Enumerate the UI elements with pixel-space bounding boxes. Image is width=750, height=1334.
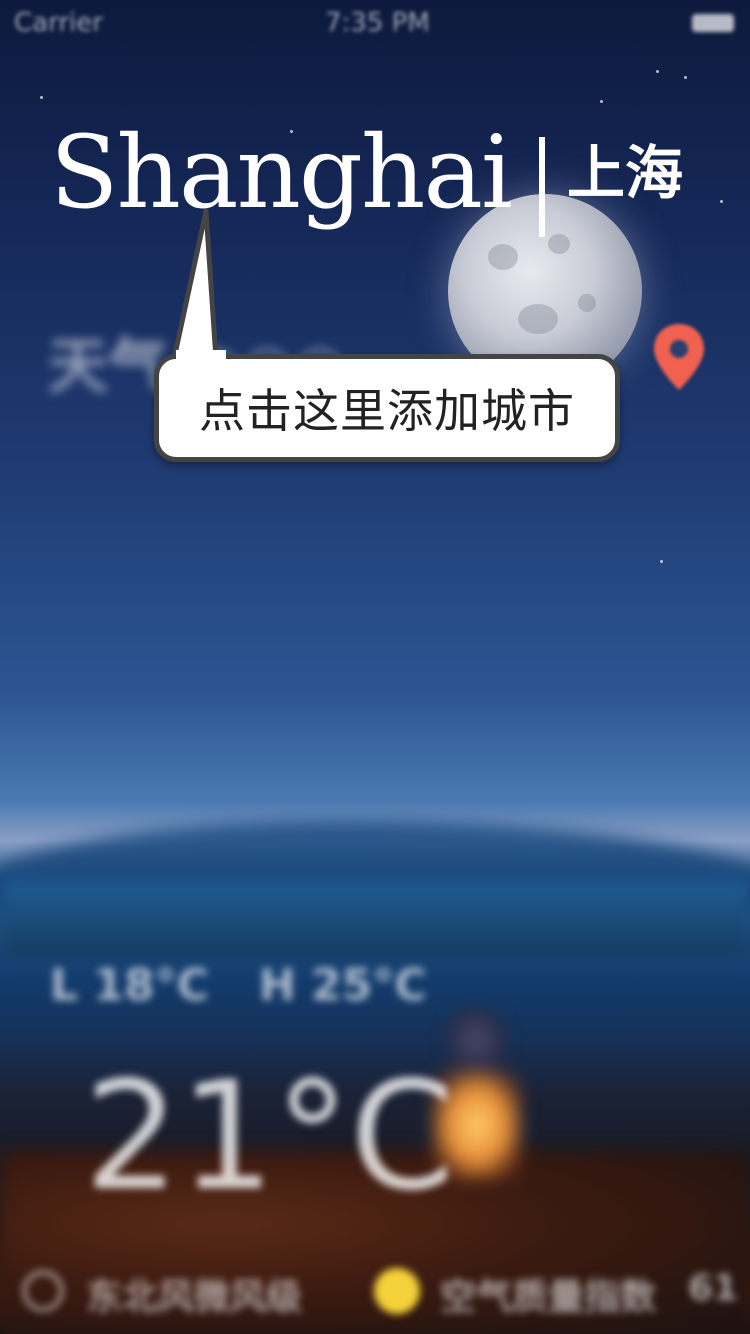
star	[40, 96, 43, 99]
air-quality-icon	[374, 1268, 420, 1314]
city-divider	[538, 137, 545, 237]
status-time: 7:35 PM	[325, 8, 430, 38]
lantern-top	[448, 1010, 504, 1070]
city-name-chinese[interactable]: 上海	[567, 118, 683, 228]
star	[600, 100, 603, 103]
temperature-low: L 18°C	[50, 960, 209, 1011]
tooltip-pointer	[171, 208, 219, 362]
wind-icon	[22, 1270, 64, 1312]
location-pin-icon[interactable]	[650, 322, 708, 392]
add-city-tooltip[interactable]: 点击这里添加城市	[154, 354, 620, 462]
status-carrier: Carrier	[14, 8, 103, 38]
moon-crater	[548, 234, 570, 254]
moon-crater	[488, 244, 518, 270]
tooltip-pointer-join	[176, 350, 226, 364]
star	[656, 70, 659, 73]
current-temperature: 21°C	[84, 1050, 455, 1224]
temperature-range: L 18°C H 25°C	[50, 960, 427, 1011]
background-hills	[0, 820, 750, 910]
tooltip-text: 点击这里添加城市	[199, 384, 575, 438]
battery-icon	[692, 14, 734, 32]
city-name-english[interactable]: Shanghai	[50, 118, 513, 228]
moon-crater	[578, 294, 596, 312]
star	[684, 76, 687, 79]
air-quality-text: 空气质量指数	[440, 1277, 657, 1318]
temperature-high: H 25°C	[258, 960, 427, 1011]
background-sea	[0, 880, 750, 960]
air-quality-value: 61	[688, 1268, 739, 1309]
bottom-info-row: 东北风微风级 空气质量指数 61	[0, 1262, 750, 1322]
city-title[interactable]: Shanghai 上海	[50, 118, 683, 237]
moon-crater	[518, 304, 558, 334]
wind-text: 东北风微风级	[86, 1277, 303, 1318]
star	[720, 200, 723, 203]
weather-screen: Carrier 7:35 PM Shanghai 上海 天气 ○○○ 点击这里添…	[0, 0, 750, 1334]
status-bar: Carrier 7:35 PM	[0, 0, 750, 40]
star	[660, 560, 663, 563]
